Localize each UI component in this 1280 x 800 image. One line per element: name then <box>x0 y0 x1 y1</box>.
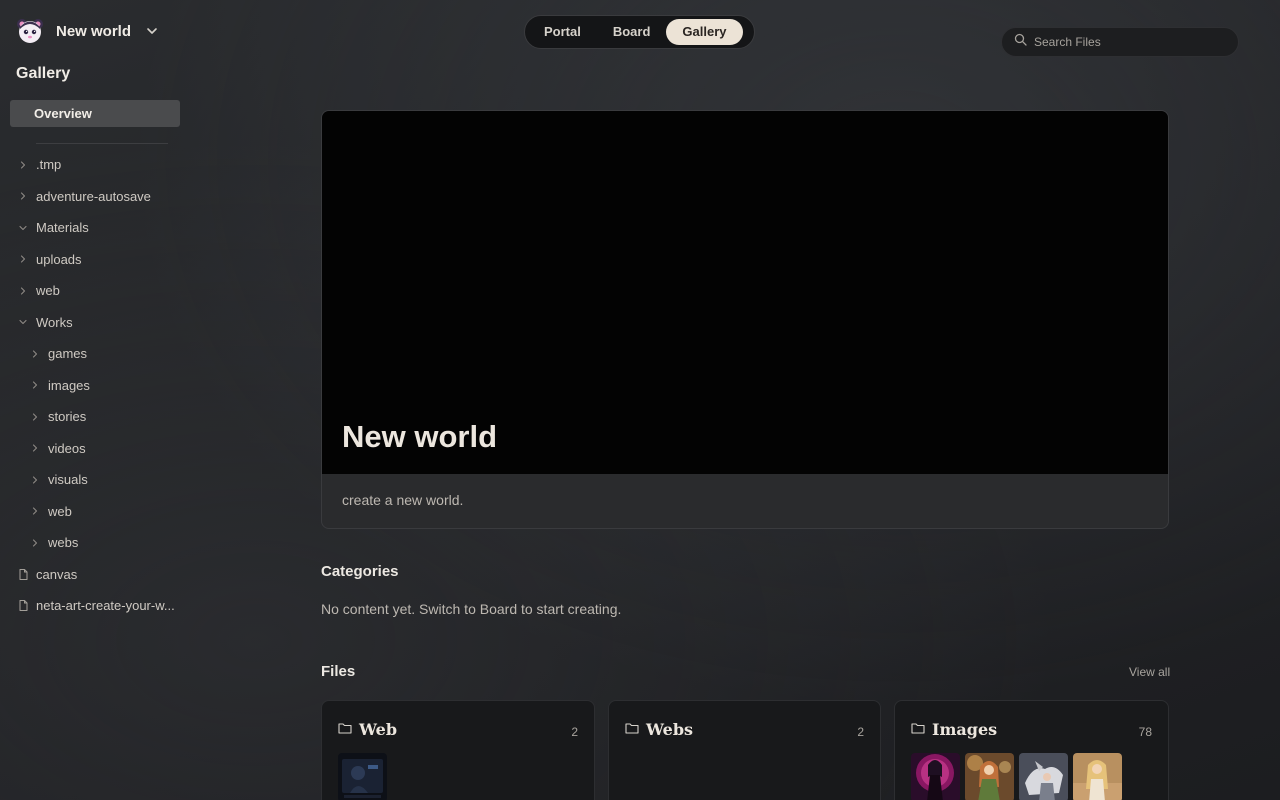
chevron-right-icon[interactable] <box>30 412 40 422</box>
tree-item-label: canvas <box>36 566 78 582</box>
tree-item-label: images <box>48 377 90 393</box>
tree-item-neta-art-create-your-w[interactable]: neta-art-create-your-w... <box>0 590 190 622</box>
chevron-down-icon[interactable] <box>18 317 28 327</box>
tree-item-label: uploads <box>36 251 82 267</box>
chevron-right-icon[interactable] <box>30 443 40 453</box>
image-thumbnail-wolf-warrior[interactable] <box>1019 753 1068 800</box>
chevron-down-icon[interactable] <box>145 24 159 38</box>
file-card-webs[interactable]: Webs 2 <box>608 700 881 800</box>
tree-item-label: adventure-autosave <box>36 188 151 204</box>
chevron-right-icon[interactable] <box>18 286 28 296</box>
file-card-web[interactable]: Web 2 <box>321 700 595 800</box>
page-title: New world <box>342 419 498 454</box>
chevron-right-icon[interactable] <box>18 160 28 170</box>
tree-item-tmp[interactable]: .tmp <box>0 149 190 181</box>
hero-card: New world create a new world. <box>321 110 1169 529</box>
file-card-name: Web <box>359 720 398 739</box>
tree-item-label: Works <box>36 314 73 330</box>
sidebar: New world Gallery Overview .tmp adventure… <box>0 0 190 800</box>
tree-item-adventure-autosave[interactable]: adventure-autosave <box>0 181 190 213</box>
image-thumbnail-blonde-girl[interactable] <box>1073 753 1122 800</box>
tree-item-materials[interactable]: Materials <box>0 212 190 244</box>
tree-item-label: visuals <box>48 472 88 488</box>
chevron-right-icon[interactable] <box>18 254 28 264</box>
file-card-count: 78 <box>1138 725 1152 739</box>
chevron-right-icon[interactable] <box>18 191 28 201</box>
categories-empty-text: No content yet. Switch to Board to start… <box>321 601 622 617</box>
workspace-name: New world <box>56 22 132 40</box>
tree-item-label: .tmp <box>36 157 62 173</box>
tab-portal[interactable]: Portal <box>528 19 597 45</box>
file-icon[interactable] <box>18 568 28 580</box>
chevron-right-icon[interactable] <box>30 538 40 548</box>
tree-item-web[interactable]: web <box>0 275 190 307</box>
file-icon[interactable] <box>18 600 28 612</box>
bear-mascot-logo-icon <box>16 17 44 45</box>
tree-item-label: stories <box>48 409 87 425</box>
search-icon <box>1014 33 1027 51</box>
tree-item-label: web <box>36 283 60 299</box>
tree-item-label: neta-art-create-your-w... <box>36 598 175 614</box>
chevron-right-icon[interactable] <box>30 506 40 516</box>
tree-item-label: games <box>48 346 88 362</box>
tree-item-webs[interactable]: webs <box>0 527 190 559</box>
search-input[interactable] <box>1034 35 1224 49</box>
chevron-right-icon[interactable] <box>30 349 40 359</box>
tree-item-web[interactable]: web <box>0 496 190 528</box>
tree-item-stories[interactable]: stories <box>0 401 190 433</box>
folder-icon <box>911 721 925 739</box>
chevron-right-icon[interactable] <box>30 380 40 390</box>
tree-item-label: web <box>48 503 72 519</box>
tree-item-label: videos <box>48 440 86 456</box>
sidebar-divider <box>36 143 168 144</box>
sidebar-title: Gallery <box>16 65 71 82</box>
image-thumbnail-elf-girl[interactable] <box>965 753 1014 800</box>
chevron-down-icon[interactable] <box>18 223 28 233</box>
tab-gallery[interactable]: Gallery <box>666 19 743 45</box>
folder-icon <box>625 721 639 739</box>
tree-item-canvas[interactable]: canvas <box>0 559 190 591</box>
mode-switcher: Portal Board Gallery <box>524 15 755 49</box>
image-thumbnail-pink-girl[interactable] <box>911 753 960 800</box>
tree-item-uploads[interactable]: uploads <box>0 244 190 276</box>
file-card-count: 2 <box>857 725 864 739</box>
page-description: create a new world. <box>342 492 464 508</box>
file-tree: .tmp adventure-autosave Materials uploads we… <box>0 149 190 622</box>
tree-item-videos[interactable]: videos <box>0 433 190 465</box>
web-preview-thumbnail[interactable] <box>338 753 387 800</box>
tree-item-visuals[interactable]: visuals <box>0 464 190 496</box>
file-card-name: Images <box>932 720 998 739</box>
file-card-images[interactable]: Images 78 <box>894 700 1169 800</box>
folder-icon <box>338 721 352 739</box>
tree-item-works[interactable]: Works <box>0 307 190 339</box>
categories-heading: Categories <box>321 563 399 580</box>
tree-item-games[interactable]: games <box>0 338 190 370</box>
tree-item-label: Materials <box>36 220 89 236</box>
workspace-switcher[interactable]: New world <box>16 17 159 45</box>
file-card-count: 2 <box>571 725 578 739</box>
tab-board[interactable]: Board <box>597 19 667 45</box>
file-card-name: Webs <box>646 720 694 739</box>
tree-item-label: webs <box>48 535 79 551</box>
view-all-link[interactable]: View all <box>1129 665 1170 679</box>
files-heading: Files <box>321 663 356 680</box>
chevron-right-icon[interactable] <box>30 475 40 485</box>
overview-button[interactable]: Overview <box>10 100 180 127</box>
search-box[interactable] <box>1001 27 1239 57</box>
tree-item-images[interactable]: images <box>0 370 190 402</box>
